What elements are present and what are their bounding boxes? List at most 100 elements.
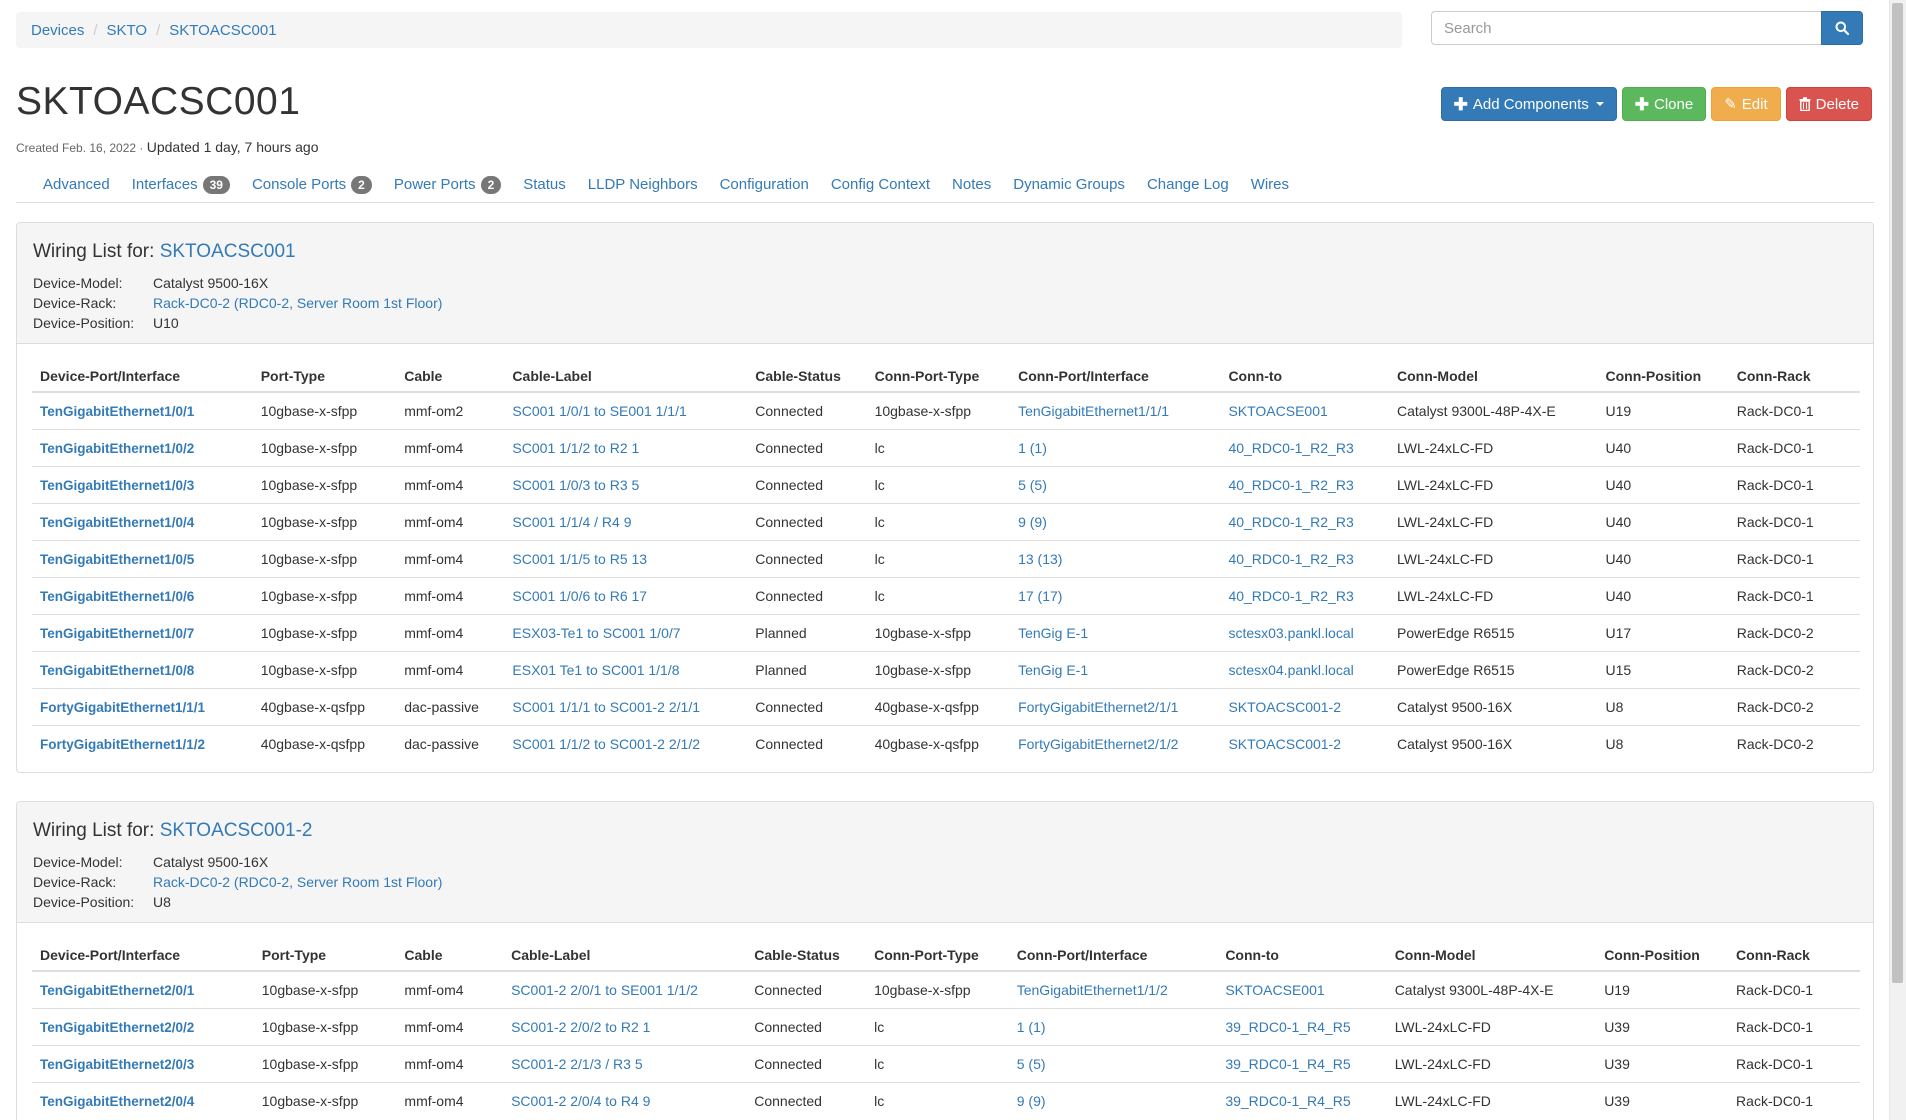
- tab-change-log[interactable]: Change Log: [1136, 172, 1240, 202]
- port-link[interactable]: TenGigabitEthernet1/0/8: [40, 663, 194, 678]
- tab-dynamic-groups[interactable]: Dynamic Groups: [1002, 172, 1136, 202]
- breadcrumb-site[interactable]: SKTO: [107, 22, 148, 39]
- conn-port-link[interactable]: 9 (9): [1018, 514, 1047, 530]
- cable-label-link[interactable]: SC001 1/1/2 to SC001-2 2/1/2: [512, 736, 700, 752]
- search-button[interactable]: [1821, 11, 1863, 45]
- conn-port-link[interactable]: TenGigabitEthernet1/1/1: [1018, 403, 1169, 419]
- cable-label-link[interactable]: SC001 1/1/2 to R2 1: [512, 440, 639, 456]
- cell-port-type: 10gbase-x-sfpp: [253, 1045, 397, 1083]
- port-link[interactable]: TenGigabitEthernet2/0/1: [40, 983, 194, 998]
- cable-label-link[interactable]: SC001 1/0/3 to R3 5: [512, 477, 639, 493]
- table-row: TenGigabitEthernet2/0/3 10gbase-x-sfpp mmf…: [32, 1045, 1860, 1083]
- tab-status[interactable]: Status: [512, 172, 577, 202]
- breadcrumb-devices[interactable]: Devices: [31, 22, 84, 39]
- conn-to-link[interactable]: 39_RDC0-1_R4_R5: [1225, 1093, 1350, 1109]
- conn-port-link[interactable]: FortyGigabitEthernet2/1/1: [1018, 699, 1178, 715]
- cable-label-link[interactable]: SC001-2 2/0/4 to R4 9: [511, 1093, 650, 1109]
- cable-label-link[interactable]: ESX01 Te1 to SC001 1/1/8: [512, 662, 679, 678]
- page-scrollbar[interactable]: [1889, 0, 1906, 1120]
- conn-to-link[interactable]: 40_RDC0-1_R2_R3: [1228, 588, 1353, 604]
- column-header-conn-position: Conn-Position: [1596, 935, 1729, 972]
- cell-port-type: 40gbase-x-qsfpp: [252, 688, 397, 726]
- delete-button[interactable]: Delete: [1785, 87, 1872, 121]
- port-link[interactable]: TenGigabitEthernet2/0/2: [40, 1020, 194, 1035]
- edit-button[interactable]: ✎ Edit: [1711, 87, 1781, 121]
- conn-to-link[interactable]: 40_RDC0-1_R2_R3: [1228, 551, 1353, 567]
- tab-console-ports[interactable]: Console Ports 2: [241, 172, 383, 202]
- conn-port-link[interactable]: 1 (1): [1018, 440, 1047, 456]
- conn-port-link[interactable]: 5 (5): [1018, 477, 1047, 493]
- cell-conn-to: 40_RDC0-1_R2_R3: [1220, 577, 1389, 615]
- conn-port-link[interactable]: TenGig E-1: [1018, 625, 1088, 641]
- tab-interfaces[interactable]: Interfaces 39: [121, 172, 241, 202]
- conn-to-link[interactable]: 40_RDC0-1_R2_R3: [1228, 440, 1353, 456]
- port-link[interactable]: TenGigabitEthernet1/0/2: [40, 441, 194, 456]
- conn-to-link[interactable]: SKTOACSE001: [1225, 982, 1324, 998]
- cable-label-link[interactable]: SC001-2 2/0/2 to R2 1: [511, 1019, 650, 1035]
- breadcrumb-device[interactable]: SKTOACSC001: [169, 22, 276, 39]
- conn-port-link[interactable]: 9 (9): [1017, 1093, 1046, 1109]
- cell-cable-label: ESX03-Te1 to SC001 1/0/7: [504, 614, 748, 652]
- port-link[interactable]: FortyGigabitEthernet1/1/2: [40, 737, 205, 752]
- cell-conn-rack: Rack-DC0-1: [1728, 466, 1860, 504]
- conn-to-link[interactable]: 39_RDC0-1_R4_R5: [1225, 1056, 1350, 1072]
- cell-cable: mmf-om4: [396, 614, 505, 652]
- conn-port-link[interactable]: 17 (17): [1018, 588, 1062, 604]
- conn-port-link[interactable]: 5 (5): [1017, 1056, 1046, 1072]
- cable-label-link[interactable]: SC001 1/1/4 / R4 9: [512, 514, 631, 530]
- port-link[interactable]: TenGigabitEthernet1/0/1: [40, 404, 194, 419]
- device-position-value: U8: [153, 894, 171, 910]
- cell-port-type: 10gbase-x-sfpp: [252, 429, 397, 467]
- conn-to-link[interactable]: sctesx04.pankl.local: [1228, 662, 1353, 678]
- conn-to-link[interactable]: SKTOACSE001: [1228, 403, 1327, 419]
- conn-to-link[interactable]: SKTOACSC001-2: [1228, 736, 1341, 752]
- tab-wires[interactable]: Wires: [1240, 172, 1300, 202]
- port-link[interactable]: TenGigabitEthernet1/0/5: [40, 552, 194, 567]
- conn-port-link[interactable]: TenGig E-1: [1018, 662, 1088, 678]
- table-row: TenGigabitEthernet1/0/2 10gbase-x-sfpp mmf…: [32, 429, 1860, 467]
- table-row: TenGigabitEthernet1/0/5 10gbase-x-sfpp mmf…: [32, 540, 1860, 578]
- port-link[interactable]: TenGigabitEthernet1/0/6: [40, 589, 194, 604]
- wiring-list-device-link[interactable]: SKTOACSC001: [160, 241, 296, 262]
- tab-lldp-neighbors[interactable]: LLDP Neighbors: [577, 172, 709, 202]
- add-components-button[interactable]: ✚ Add Components: [1440, 87, 1617, 121]
- conn-port-link[interactable]: 1 (1): [1017, 1019, 1046, 1035]
- search-input[interactable]: [1431, 11, 1821, 45]
- tab-advanced[interactable]: Advanced: [32, 172, 121, 202]
- cable-label-link[interactable]: SC001 1/1/5 to R5 13: [512, 551, 647, 567]
- port-link[interactable]: TenGigabitEthernet1/0/4: [40, 515, 194, 530]
- port-link[interactable]: FortyGigabitEthernet1/1/1: [40, 700, 205, 715]
- conn-to-link[interactable]: sctesx03.pankl.local: [1228, 625, 1353, 641]
- device-rack-link[interactable]: Rack-DC0-2 (RDC0-2, Server Room 1st Floo…: [153, 872, 442, 892]
- cable-label-link[interactable]: SC001-2 2/1/3 / R3 5: [511, 1056, 643, 1072]
- tab-power-ports[interactable]: Power Ports 2: [383, 172, 512, 202]
- cable-label-link[interactable]: ESX03-Te1 to SC001 1/0/7: [512, 625, 680, 641]
- wiring-list-panel: Wiring List for: SKTOACSC001-2 Device-Mod…: [16, 801, 1874, 1120]
- clone-button[interactable]: ✚ Clone: [1621, 87, 1707, 121]
- cable-label-link[interactable]: SC001 1/0/6 to R6 17: [512, 588, 647, 604]
- port-link[interactable]: TenGigabitEthernet1/0/7: [40, 626, 194, 641]
- cable-label-link[interactable]: SC001 1/1/1 to SC001-2 2/1/1: [512, 699, 700, 715]
- cable-label-link[interactable]: SC001-2 2/0/1 to SE001 1/1/2: [511, 982, 698, 998]
- conn-port-link[interactable]: 13 (13): [1018, 551, 1062, 567]
- port-link[interactable]: TenGigabitEthernet1/0/3: [40, 478, 194, 493]
- cell-conn-to: 40_RDC0-1_R2_R3: [1220, 429, 1389, 467]
- cable-label-link[interactable]: SC001 1/0/1 to SE001 1/1/1: [512, 403, 686, 419]
- tab-label: Configuration: [719, 176, 809, 193]
- device-rack-link[interactable]: Rack-DC0-2 (RDC0-2, Server Room 1st Floo…: [153, 293, 442, 313]
- tab-configuration[interactable]: Configuration: [709, 172, 820, 202]
- scrollbar-thumb[interactable]: [1892, 3, 1903, 983]
- port-link[interactable]: TenGigabitEthernet2/0/4: [40, 1094, 194, 1109]
- tab-config-context[interactable]: Config Context: [820, 172, 941, 202]
- conn-to-link[interactable]: 40_RDC0-1_R2_R3: [1228, 477, 1353, 493]
- tab-notes[interactable]: Notes: [941, 172, 1002, 202]
- wiring-list-heading: Wiring List for:: [33, 241, 160, 262]
- port-link[interactable]: TenGigabitEthernet2/0/3: [40, 1057, 194, 1072]
- conn-to-link[interactable]: 40_RDC0-1_R2_R3: [1228, 514, 1353, 530]
- column-header-conn-port: Conn-Port/Interface: [1010, 356, 1221, 393]
- conn-port-link[interactable]: FortyGigabitEthernet2/1/2: [1018, 736, 1178, 752]
- conn-to-link[interactable]: 39_RDC0-1_R4_R5: [1225, 1019, 1350, 1035]
- wiring-list-device-link[interactable]: SKTOACSC001-2: [160, 820, 313, 841]
- conn-to-link[interactable]: SKTOACSC001-2: [1228, 699, 1341, 715]
- conn-port-link[interactable]: TenGigabitEthernet1/1/2: [1017, 982, 1168, 998]
